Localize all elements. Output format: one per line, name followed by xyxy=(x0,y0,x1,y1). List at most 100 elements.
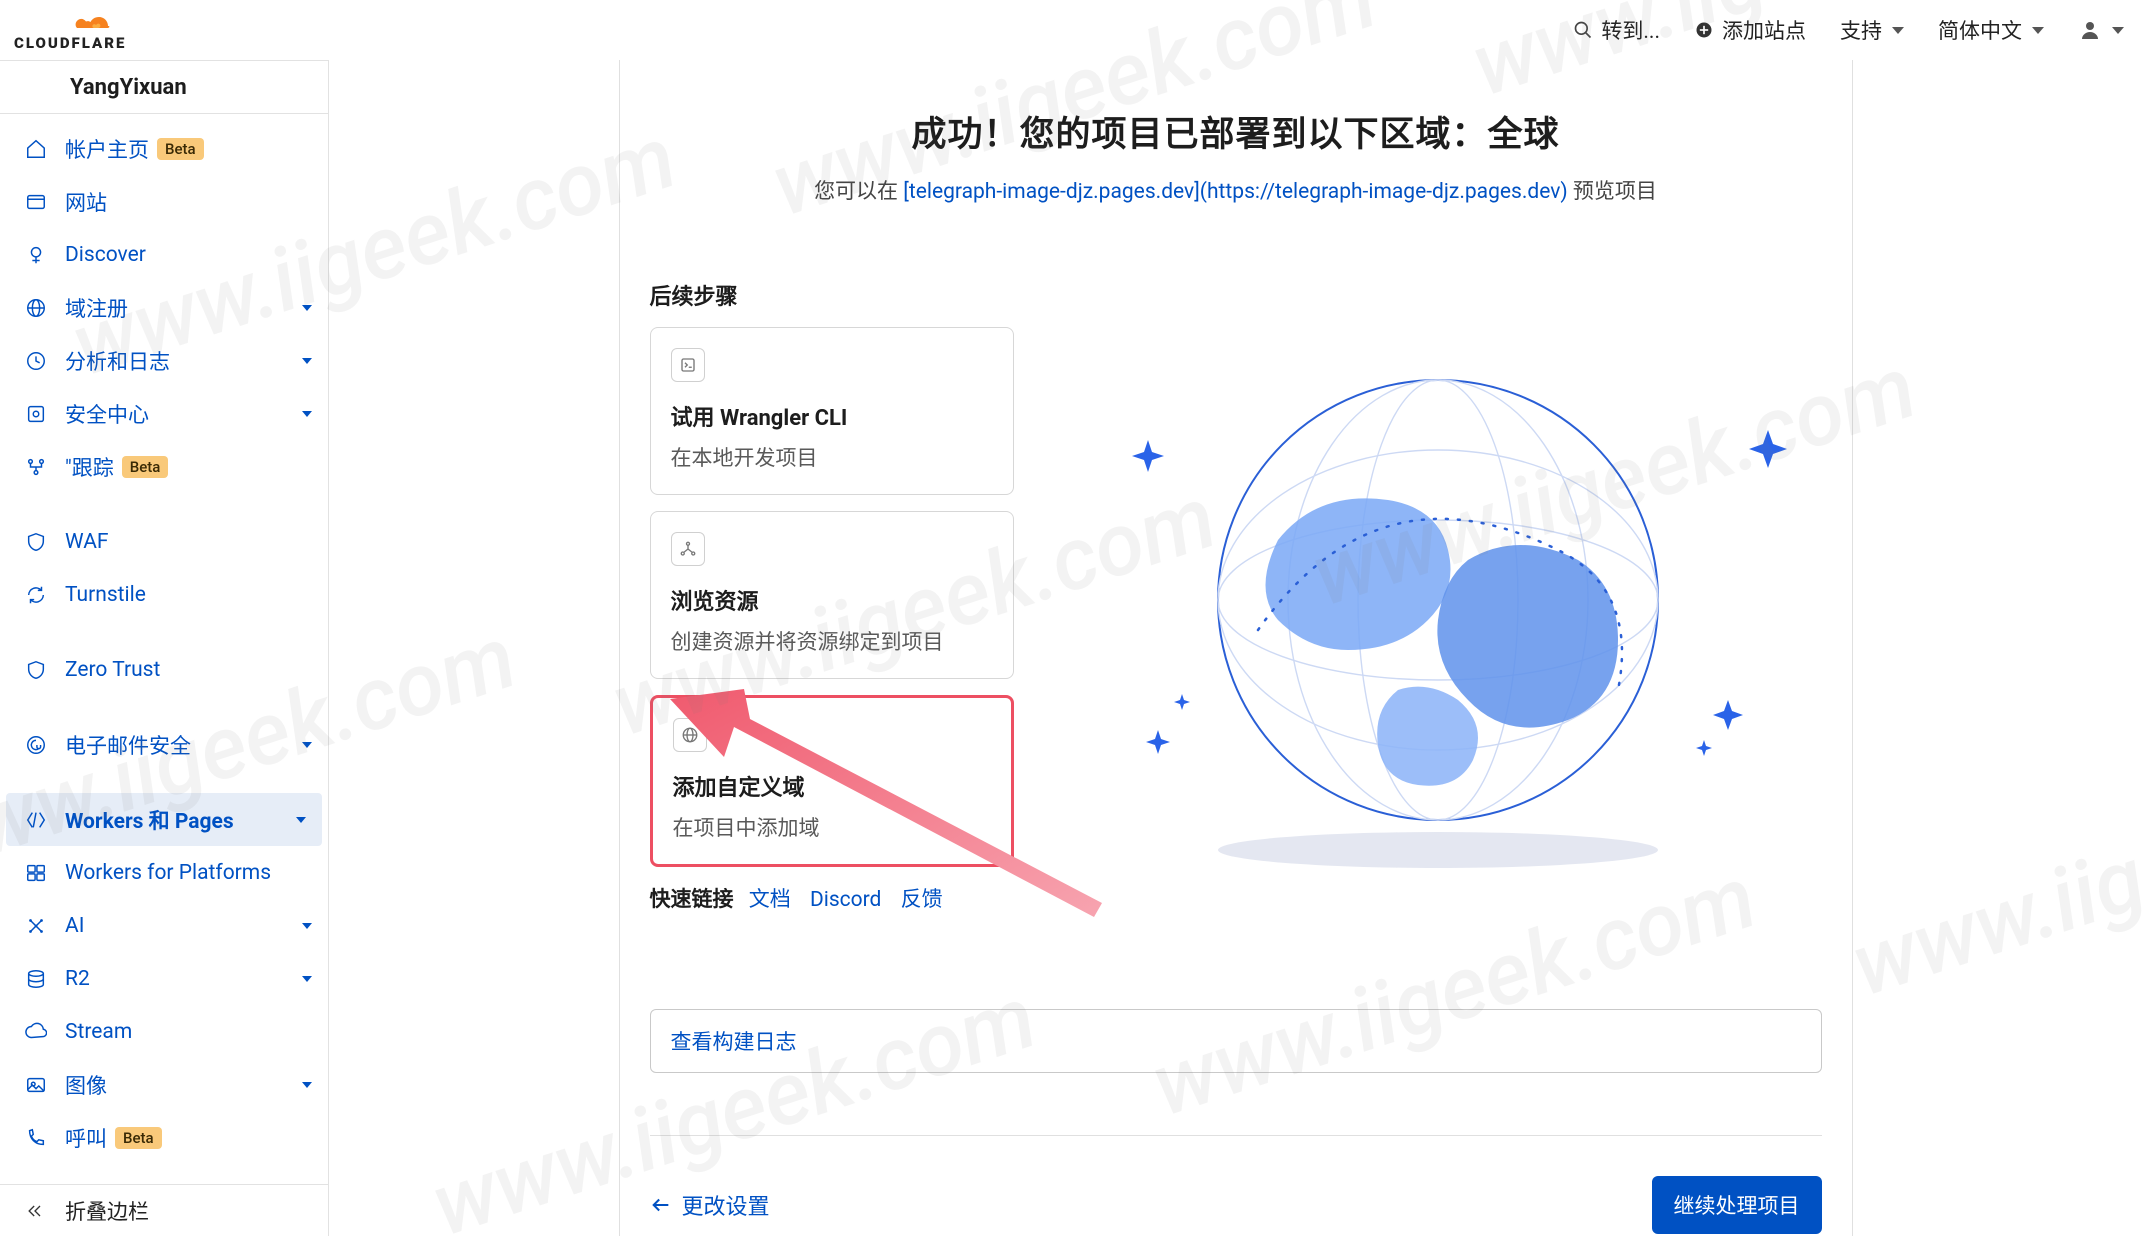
beta-badge: Beta xyxy=(122,456,169,478)
home-icon xyxy=(25,138,47,160)
sidebar-item-turnstile[interactable]: Turnstile xyxy=(0,568,328,621)
sidebar-item-waf[interactable]: WAF xyxy=(0,515,328,568)
sidebar-item-label: 网站 xyxy=(65,187,312,217)
images-icon xyxy=(25,1074,47,1096)
sidebar-item-label: Discover xyxy=(65,243,312,267)
view-build-log[interactable]: 查看构建日志 xyxy=(650,1009,1822,1073)
sidebar-item-r2[interactable]: R2 xyxy=(0,952,328,1005)
chevron-down-icon xyxy=(302,1082,312,1088)
quick-link-feedback[interactable]: 反馈 xyxy=(901,888,943,912)
waf-icon xyxy=(25,531,47,553)
hero-subtitle: 您可以在 [telegraph-image-djz.pages.dev](htt… xyxy=(650,175,1822,205)
card-desc: 在项目中添加域 xyxy=(673,812,991,842)
sidebar-item-email-security[interactable]: 电子邮件安全 xyxy=(0,718,328,771)
sidebar-item-label: 电子邮件安全 xyxy=(65,730,302,760)
search-icon xyxy=(1573,20,1593,40)
card-title: 添加自定义域 xyxy=(673,770,991,802)
calls-icon xyxy=(25,1127,47,1149)
sidebar-item-workers-pages[interactable]: Workers 和 Pages xyxy=(6,793,322,846)
workers-pages-icon xyxy=(25,809,47,831)
sidebar-item-discover[interactable]: Discover xyxy=(0,228,328,281)
sidebar-item-home[interactable]: 帐户主页Beta xyxy=(0,122,328,175)
card-wrangler[interactable]: 试用 Wrangler CLI在本地开发项目 xyxy=(650,327,1014,495)
chevron-down-icon xyxy=(302,742,312,748)
turnstile-icon xyxy=(25,584,47,606)
quick-link-docs[interactable]: 文档 xyxy=(749,888,791,912)
chevron-down-icon xyxy=(302,976,312,982)
sidebar-item-label: 安全中心 xyxy=(65,399,302,429)
sidebar-item-analytics[interactable]: 分析和日志 xyxy=(0,334,328,387)
topbar: CLOUDFLARE 转到... 添加站点 支持 简体中文 xyxy=(0,0,2142,60)
ai-icon xyxy=(25,915,47,937)
security-center-icon xyxy=(25,403,47,425)
sidebar-item-workers-platforms[interactable]: Workers for Platforms xyxy=(0,846,328,899)
analytics-icon xyxy=(25,350,47,372)
discover-icon xyxy=(25,244,47,266)
goto-search[interactable]: 转到... xyxy=(1573,15,1660,45)
globe-illustration xyxy=(1054,327,1822,913)
beta-badge: Beta xyxy=(157,138,204,160)
next-step-cards: 试用 Wrangler CLI在本地开发项目浏览资源创建资源并将资源绑定到项目添… xyxy=(650,327,1014,867)
sidebar-item-security-center[interactable]: 安全中心 xyxy=(0,387,328,440)
language-menu[interactable]: 简体中文 xyxy=(1938,15,2044,45)
sidebar-item-domain-reg[interactable]: 域注册 xyxy=(0,281,328,334)
beta-badge: Beta xyxy=(115,1127,162,1149)
arrow-left-icon xyxy=(650,1194,672,1216)
sidebar-item-zero-trust[interactable]: Zero Trust xyxy=(0,643,328,696)
email-security-icon xyxy=(25,734,47,756)
success-hero: 成功！您的项目已部署到以下区域：全球 您可以在 [telegraph-image… xyxy=(650,106,1822,205)
sidebar-item-label: "跟踪Beta xyxy=(65,452,312,482)
websites-icon xyxy=(25,191,47,213)
preview-link[interactable]: [telegraph-image-djz.pages.dev](https://… xyxy=(903,180,1567,204)
main-content: 成功！您的项目已部署到以下区域：全球 您可以在 [telegraph-image… xyxy=(329,60,2142,1236)
card-desc: 在本地开发项目 xyxy=(671,442,993,472)
goto-label: 转到... xyxy=(1601,15,1660,45)
card-custom-domain[interactable]: 添加自定义域在项目中添加域 xyxy=(650,695,1014,867)
card-title: 浏览资源 xyxy=(671,584,993,616)
support-menu[interactable]: 支持 xyxy=(1840,15,1904,45)
collapse-icon xyxy=(25,1201,47,1221)
quick-links-label: 快速链接 xyxy=(650,888,734,912)
continue-button[interactable]: 继续处理项目 xyxy=(1652,1176,1822,1234)
workers-platforms-icon xyxy=(25,862,47,884)
sidebar-item-label: Turnstile xyxy=(65,583,312,607)
card-browse-resources[interactable]: 浏览资源创建资源并将资源绑定到项目 xyxy=(650,511,1014,679)
sidebar-item-images[interactable]: 图像 xyxy=(0,1058,328,1111)
chevron-down-icon xyxy=(302,411,312,417)
stream-icon xyxy=(25,1021,47,1043)
chevron-down-icon xyxy=(302,923,312,929)
quick-links: 快速链接 文档 Discord 反馈 xyxy=(650,883,1014,913)
sidebar-item-stream[interactable]: Stream xyxy=(0,1005,328,1058)
sidebar-item-label: Stream xyxy=(65,1020,312,1044)
custom-domain-icon xyxy=(673,718,707,752)
plus-circle-icon xyxy=(1694,20,1714,40)
cloudflare-logo[interactable]: CLOUDFLARE xyxy=(14,8,164,52)
sidebar-item-label: WAF xyxy=(65,530,312,554)
sidebar-item-label: Zero Trust xyxy=(65,658,312,682)
sidebar-item-label: 帐户主页Beta xyxy=(65,134,312,164)
support-label: 支持 xyxy=(1840,15,1882,45)
sidebar-item-websites[interactable]: 网站 xyxy=(0,175,328,228)
next-steps-heading: 后续步骤 xyxy=(650,279,1822,311)
add-site[interactable]: 添加站点 xyxy=(1694,15,1806,45)
browse-resources-icon xyxy=(671,532,705,566)
user-menu[interactable] xyxy=(2078,18,2124,42)
sidebar-item-trace[interactable]: "跟踪Beta xyxy=(0,440,328,493)
hero-title: 成功！您的项目已部署到以下区域：全球 xyxy=(650,106,1822,157)
caret-down-icon xyxy=(2112,27,2124,34)
quick-link-discord[interactable]: Discord xyxy=(810,888,881,912)
back-change-settings[interactable]: 更改设置 xyxy=(650,1189,770,1221)
collapse-sidebar[interactable]: 折叠边栏 xyxy=(0,1184,328,1236)
sidebar-item-label: 图像 xyxy=(65,1070,302,1100)
sidebar-item-calls[interactable]: 呼叫Beta xyxy=(0,1111,328,1164)
language-label: 简体中文 xyxy=(1938,15,2022,45)
sidebar-item-label: Workers 和 Pages xyxy=(65,805,296,835)
sidebar-list: 帐户主页Beta 网站 Discover 域注册分析和日志安全中心 "跟踪Beta WAF… xyxy=(0,114,328,1184)
chevron-down-icon xyxy=(302,305,312,311)
chevron-down-icon xyxy=(296,817,306,823)
sidebar-item-label: 呼叫Beta xyxy=(65,1123,312,1153)
sidebar-item-label: AI xyxy=(65,914,302,938)
account-name[interactable]: YangYixuan xyxy=(0,60,328,114)
sidebar-item-ai[interactable]: AI xyxy=(0,899,328,952)
user-icon xyxy=(2078,18,2102,42)
